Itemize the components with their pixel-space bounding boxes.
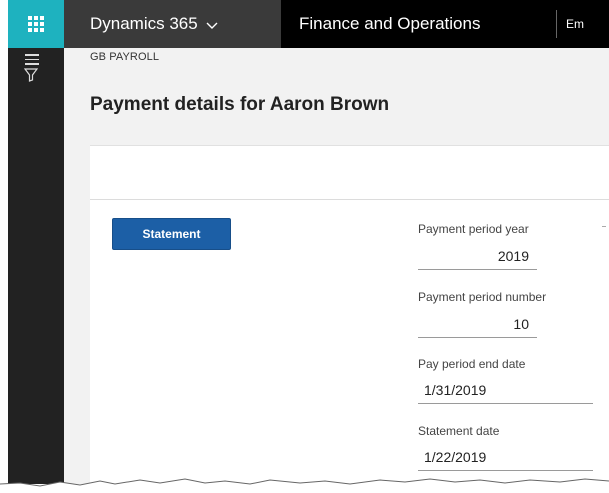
- truncated-field-marker: [602, 226, 606, 227]
- breadcrumb: GB PAYROLL: [90, 51, 160, 63]
- pay-period-end-date-field[interactable]: 1/31/2019: [418, 382, 593, 404]
- filter-icon[interactable]: [23, 68, 39, 87]
- statement-date-label: Statement date: [418, 424, 500, 438]
- payment-period-year-field[interactable]: 2019: [418, 248, 537, 270]
- left-navigation-pane: [8, 48, 64, 484]
- pay-period-end-date-label: Pay period end date: [418, 357, 526, 371]
- app-frame: Dynamics 365 Finance and Operations Em G…: [8, 0, 609, 484]
- app-launcher-button[interactable]: [8, 0, 64, 48]
- topbar-divider: [556, 10, 557, 38]
- page-title: Payment details for Aaron Brown: [90, 94, 390, 115]
- top-navigation-bar: Dynamics 365 Finance and Operations Em: [8, 0, 609, 48]
- app-name: Dynamics 365: [90, 14, 198, 33]
- statement-date-field[interactable]: 1/22/2019: [418, 449, 593, 471]
- statement-button[interactable]: Statement: [112, 218, 231, 250]
- details-card: [90, 145, 609, 484]
- company-picker[interactable]: Em: [566, 0, 584, 48]
- payment-period-number-field[interactable]: 10: [418, 316, 537, 338]
- module-name: Finance and Operations: [299, 14, 481, 33]
- payment-period-year-label: Payment period year: [418, 222, 529, 236]
- torn-edge: [0, 478, 609, 493]
- card-divider: [90, 199, 609, 200]
- hamburger-icon[interactable]: [25, 54, 39, 68]
- app-switcher[interactable]: Dynamics 365: [64, 0, 281, 48]
- payment-period-number-label: Payment period number: [418, 290, 547, 304]
- chevron-down-icon: [206, 18, 218, 33]
- app-launcher-icon: [28, 16, 44, 32]
